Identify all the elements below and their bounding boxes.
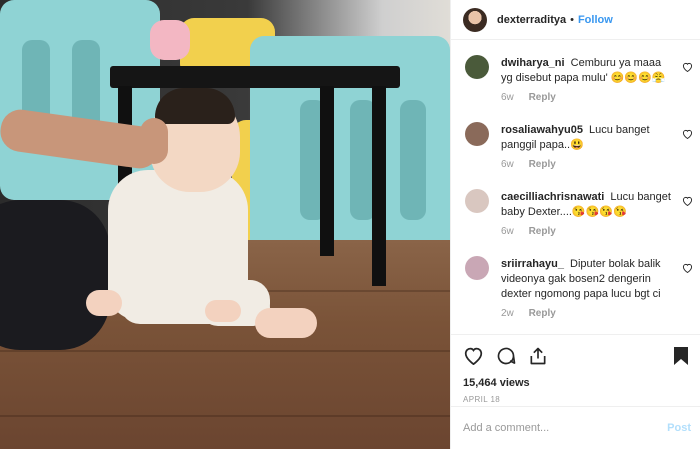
- small-heart-icon[interactable]: [682, 129, 693, 142]
- baby-hair: [155, 88, 235, 124]
- comment-meta: 6w Reply: [501, 92, 673, 103]
- post-date: APRIL 18: [463, 395, 501, 404]
- playpen-fence-pink: [150, 20, 190, 60]
- avatar[interactable]: [465, 256, 489, 280]
- comment-icon[interactable]: [496, 346, 516, 369]
- comment-text: caecilliachrisnawati Lucu banget baby De…: [501, 190, 673, 220]
- floor-plank-line: [0, 350, 450, 352]
- post-author-username[interactable]: dexterraditya: [497, 14, 566, 26]
- comment-text: rosaliawahyu05 Lucu banget panggil papa.…: [501, 123, 673, 153]
- view-count[interactable]: 15,464 views: [463, 377, 689, 389]
- table-leg: [320, 86, 334, 256]
- avatar[interactable]: [465, 122, 489, 146]
- small-heart-icon[interactable]: [682, 196, 693, 209]
- comment-list: dwiharya_ni Cemburu ya maaa yg disebut p…: [451, 48, 700, 319]
- comment-text: dwiharya_ni Cemburu ya maaa yg disebut p…: [501, 56, 673, 86]
- post-actions: 15,464 views APRIL 18: [451, 334, 700, 404]
- comment-meta: 6w Reply: [501, 226, 673, 237]
- baby-foot: [255, 308, 317, 338]
- reply-button[interactable]: Reply: [529, 159, 556, 170]
- post-side-panel: dexterraditya • Follow dwiharya_ni Cembu…: [450, 0, 700, 449]
- adult-hand: [140, 118, 168, 164]
- floor-plank-line: [0, 415, 450, 417]
- avatar[interactable]: [463, 7, 487, 32]
- reply-button[interactable]: Reply: [529, 92, 556, 103]
- heart-icon[interactable]: [463, 346, 484, 368]
- comment-username[interactable]: sriirrahayu_: [501, 258, 564, 270]
- action-icons-row: [463, 345, 689, 369]
- baby-foot: [205, 300, 241, 322]
- reply-button[interactable]: Reply: [529, 308, 556, 319]
- reply-button[interactable]: Reply: [529, 226, 556, 237]
- comment-age: 6w: [501, 92, 514, 103]
- post-header: dexterraditya • Follow: [451, 0, 700, 40]
- comment-meta: 2w Reply: [501, 308, 673, 319]
- comment-item: dwiharya_ni Cemburu ya maaa yg disebut p…: [451, 48, 700, 115]
- avatar[interactable]: [465, 189, 489, 213]
- comment-username[interactable]: rosaliawahyu05: [501, 124, 583, 136]
- comment-age: 6w: [501, 226, 514, 237]
- add-comment-bar: Post: [451, 406, 700, 449]
- comment-username[interactable]: dwiharya_ni: [501, 57, 565, 69]
- share-icon[interactable]: [528, 346, 548, 369]
- comment-item: caecilliachrisnawati Lucu banget baby De…: [451, 182, 700, 249]
- separator-dot: •: [570, 13, 574, 26]
- baby-hand: [86, 290, 122, 316]
- comment-username[interactable]: caecilliachrisnawati: [501, 191, 604, 203]
- low-table: [110, 66, 400, 88]
- comment-meta: 6w Reply: [501, 159, 673, 170]
- comment-input[interactable]: [463, 422, 668, 434]
- comment-age: 6w: [501, 159, 514, 170]
- small-heart-icon[interactable]: [682, 263, 693, 276]
- comment-text: sriirrahayu_ Diputer bolak balik videony…: [501, 257, 673, 302]
- follow-button[interactable]: Follow: [578, 14, 613, 26]
- comment-age: 2w: [501, 308, 514, 319]
- post-video[interactable]: [0, 0, 450, 449]
- post-comment-button[interactable]: Post: [667, 422, 691, 434]
- comment-item: sriirrahayu_ Diputer bolak balik videony…: [451, 249, 700, 319]
- small-heart-icon[interactable]: [682, 62, 693, 75]
- fence-panel: [400, 100, 426, 220]
- comment-item: rosaliawahyu05 Lucu banget panggil papa.…: [451, 115, 700, 182]
- avatar[interactable]: [465, 55, 489, 79]
- bookmark-icon[interactable]: [673, 346, 689, 369]
- table-leg: [372, 86, 386, 286]
- adult-legs: [0, 200, 110, 350]
